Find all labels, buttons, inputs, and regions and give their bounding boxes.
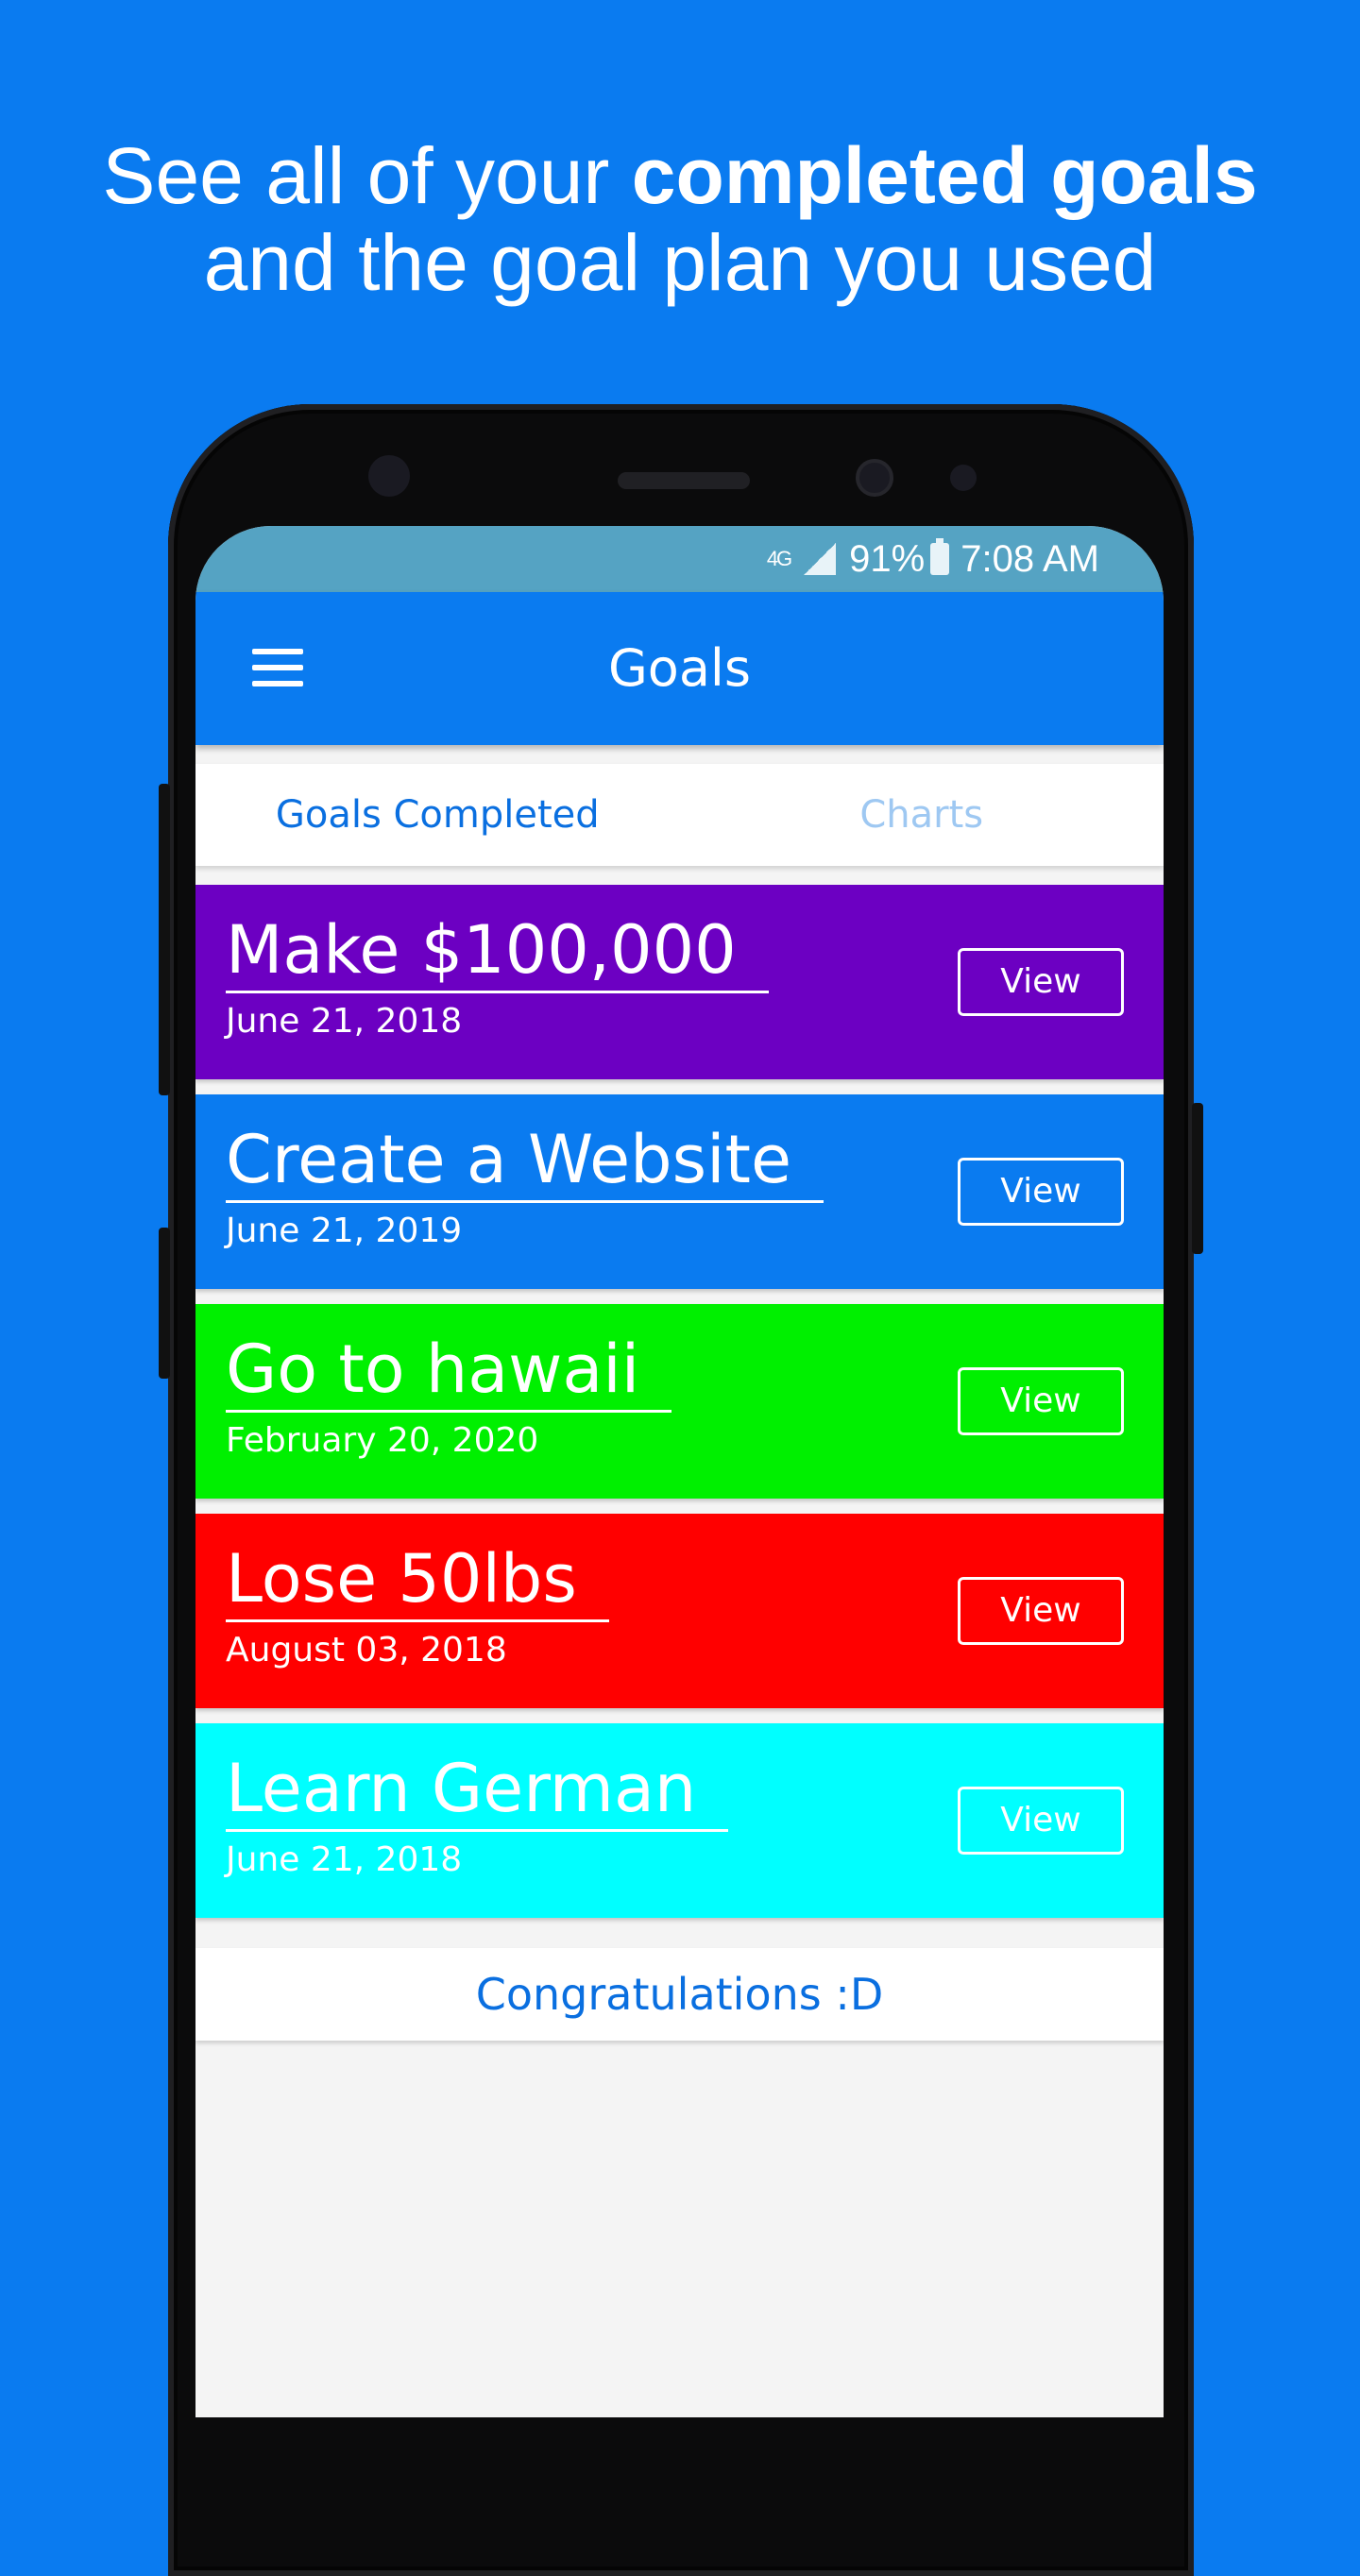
goal-card[interactable]: Create a Website June 21, 2019 View (196, 1094, 1164, 1289)
battery-percent: 91% (849, 537, 926, 580)
promo-headline: See all of your completed goals and the … (0, 132, 1360, 306)
proximity-sensor-icon (950, 465, 977, 491)
tab-charts[interactable]: Charts (680, 764, 1164, 866)
bixby-button (159, 784, 170, 1095)
congratulations-message: Congratulations :D (196, 1948, 1164, 2041)
app-toolbar: Goals (196, 592, 1164, 745)
clock: 7:08 AM (960, 537, 1099, 580)
tab-goals-completed[interactable]: Goals Completed (196, 764, 680, 866)
goal-title[interactable]: Go to hawaii (226, 1329, 672, 1413)
goal-title[interactable]: Create a Website (226, 1119, 824, 1203)
hamburger-menu-icon[interactable] (252, 649, 303, 686)
tab-bar: Goals Completed Charts (196, 764, 1164, 866)
battery-icon (930, 538, 950, 575)
goal-title[interactable]: Learn German (226, 1748, 729, 1832)
page-title: Goals (607, 638, 752, 698)
headline-line-2: and the goal plan you used (203, 218, 1157, 307)
goal-date: February 20, 2020 (226, 1421, 539, 1460)
iris-camera-icon (856, 459, 893, 497)
view-goal-button[interactable]: View (958, 948, 1124, 1016)
network-indicator: 4G (766, 547, 792, 570)
goal-card[interactable]: Learn German June 21, 2018 View (196, 1723, 1164, 1918)
status-bar: 4G 91% 7:08 AM (196, 526, 1164, 592)
signal-strength-icon (804, 543, 837, 575)
goal-date: June 21, 2018 (226, 1840, 463, 1879)
goal-card[interactable]: Go to hawaii February 20, 2020 View (196, 1304, 1164, 1499)
power-button (1192, 1103, 1203, 1254)
view-goal-button[interactable]: View (958, 1367, 1124, 1435)
earpiece-speaker (618, 472, 750, 489)
headline-prefix: See all of your (102, 131, 632, 220)
volume-button (159, 1228, 170, 1379)
view-goal-button[interactable]: View (958, 1577, 1124, 1645)
goal-date: June 21, 2019 (226, 1212, 463, 1250)
goal-title[interactable]: Make $100,000 (226, 909, 769, 993)
goal-title[interactable]: Lose 50lbs (226, 1538, 609, 1622)
view-goal-button[interactable]: View (958, 1158, 1124, 1226)
headline-bold: completed goals (631, 131, 1258, 220)
goal-date: August 03, 2018 (226, 1631, 507, 1669)
goal-card[interactable]: Make $100,000 June 21, 2018 View (196, 885, 1164, 1079)
headline-line-1: See all of your completed goals (0, 132, 1360, 219)
goal-card[interactable]: Lose 50lbs August 03, 2018 View (196, 1514, 1164, 1708)
view-goal-button[interactable]: View (958, 1787, 1124, 1855)
front-camera-icon (368, 455, 410, 497)
goal-date: June 21, 2018 (226, 1002, 463, 1041)
app-screen: 4G 91% 7:08 AM Goals Goals Completed Cha… (196, 526, 1164, 2417)
